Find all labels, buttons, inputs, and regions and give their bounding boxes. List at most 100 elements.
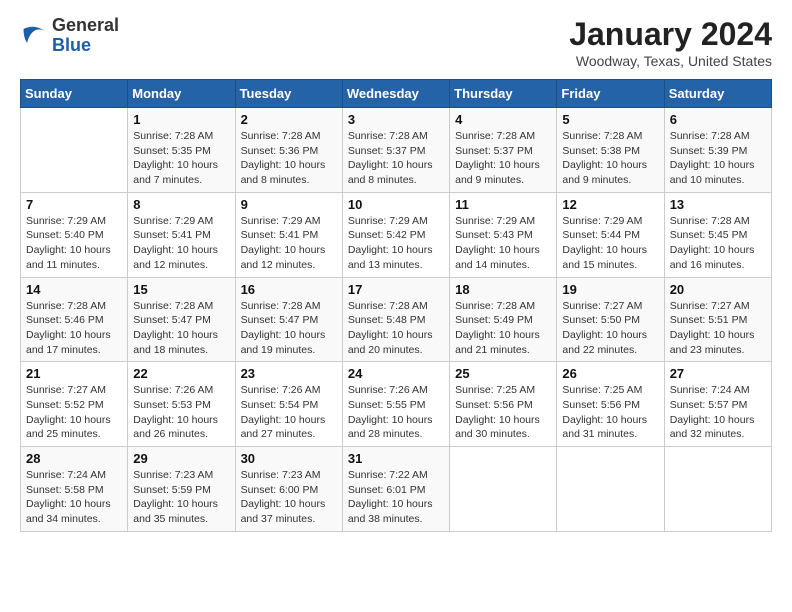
calendar-week-1: 1 Sunrise: 7:28 AM Sunset: 5:35 PM Daylig…: [21, 108, 772, 193]
day-header-wednesday: Wednesday: [342, 80, 449, 108]
day-number: 19: [562, 282, 658, 297]
day-header-saturday: Saturday: [664, 80, 771, 108]
day-info: Sunrise: 7:28 AM Sunset: 5:37 PM Dayligh…: [455, 129, 551, 188]
day-header-thursday: Thursday: [450, 80, 557, 108]
day-number: 25: [455, 366, 551, 381]
day-number: 3: [348, 112, 444, 127]
day-number: 31: [348, 451, 444, 466]
day-info: Sunrise: 7:28 AM Sunset: 5:35 PM Dayligh…: [133, 129, 229, 188]
calendar-week-3: 14Sunrise: 7:28 AM Sunset: 5:46 PM Dayli…: [21, 277, 772, 362]
day-info: Sunrise: 7:28 AM Sunset: 5:45 PM Dayligh…: [670, 214, 766, 273]
day-info: Sunrise: 7:23 AM Sunset: 6:00 PM Dayligh…: [241, 468, 337, 527]
day-info: Sunrise: 7:28 AM Sunset: 5:47 PM Dayligh…: [133, 299, 229, 358]
day-number: 4: [455, 112, 551, 127]
calendar-cell: 27 Sunrise: 7:24 AM Sunset: 5:57 PM Dayli…: [664, 362, 771, 447]
day-info: Sunrise: 7:29 AM Sunset: 5:41 PM Dayligh…: [241, 214, 337, 273]
calendar-cell: 21 Sunrise: 7:27 AM Sunset: 5:52 PM Dayli…: [21, 362, 128, 447]
calendar-cell: 31 Sunrise: 7:22 AM Sunset: 6:01 PM Dayli…: [342, 447, 449, 532]
calendar-cell: 20 Sunrise: 7:27 AM Sunset: 5:51 PM Dayli…: [664, 277, 771, 362]
calendar-cell: 8 Sunrise: 7:29 AM Sunset: 5:41 PM Daylig…: [128, 192, 235, 277]
day-header-tuesday: Tuesday: [235, 80, 342, 108]
calendar-cell: 25 Sunrise: 7:25 AM Sunset: 5:56 PM Dayli…: [450, 362, 557, 447]
calendar-cell: 14Sunrise: 7:28 AM Sunset: 5:46 PM Dayli…: [21, 277, 128, 362]
calendar-table: SundayMondayTuesdayWednesdayThursdayFrid…: [20, 79, 772, 532]
calendar-cell: 17 Sunrise: 7:28 AM Sunset: 5:48 PM Dayli…: [342, 277, 449, 362]
day-info: Sunrise: 7:28 AM Sunset: 5:38 PM Dayligh…: [562, 129, 658, 188]
day-number: 17: [348, 282, 444, 297]
day-number: 26: [562, 366, 658, 381]
calendar-cell: 13 Sunrise: 7:28 AM Sunset: 5:45 PM Dayli…: [664, 192, 771, 277]
day-number: 14: [26, 282, 122, 297]
day-number: 16: [241, 282, 337, 297]
day-number: 5: [562, 112, 658, 127]
day-info: Sunrise: 7:27 AM Sunset: 5:52 PM Dayligh…: [26, 383, 122, 442]
calendar-cell: 19 Sunrise: 7:27 AM Sunset: 5:50 PM Dayli…: [557, 277, 664, 362]
calendar-cell: 24 Sunrise: 7:26 AM Sunset: 5:55 PM Dayli…: [342, 362, 449, 447]
logo-icon: [20, 22, 48, 50]
day-info: Sunrise: 7:23 AM Sunset: 5:59 PM Dayligh…: [133, 468, 229, 527]
day-info: Sunrise: 7:28 AM Sunset: 5:36 PM Dayligh…: [241, 129, 337, 188]
day-number: 15: [133, 282, 229, 297]
day-header-friday: Friday: [557, 80, 664, 108]
calendar-cell: 10Sunrise: 7:29 AM Sunset: 5:42 PM Dayli…: [342, 192, 449, 277]
day-number: 27: [670, 366, 766, 381]
logo: General Blue: [20, 16, 119, 56]
day-info: Sunrise: 7:22 AM Sunset: 6:01 PM Dayligh…: [348, 468, 444, 527]
calendar-cell: 12Sunrise: 7:29 AM Sunset: 5:44 PM Dayli…: [557, 192, 664, 277]
day-number: 6: [670, 112, 766, 127]
day-info: Sunrise: 7:27 AM Sunset: 5:51 PM Dayligh…: [670, 299, 766, 358]
day-info: Sunrise: 7:28 AM Sunset: 5:47 PM Dayligh…: [241, 299, 337, 358]
day-number: 24: [348, 366, 444, 381]
day-info: Sunrise: 7:24 AM Sunset: 5:58 PM Dayligh…: [26, 468, 122, 527]
day-info: Sunrise: 7:28 AM Sunset: 5:49 PM Dayligh…: [455, 299, 551, 358]
day-info: Sunrise: 7:25 AM Sunset: 5:56 PM Dayligh…: [455, 383, 551, 442]
calendar-cell: 11 Sunrise: 7:29 AM Sunset: 5:43 PM Dayli…: [450, 192, 557, 277]
day-number: 8: [133, 197, 229, 212]
day-number: 23: [241, 366, 337, 381]
day-info: Sunrise: 7:26 AM Sunset: 5:55 PM Dayligh…: [348, 383, 444, 442]
calendar-cell: 9 Sunrise: 7:29 AM Sunset: 5:41 PM Daylig…: [235, 192, 342, 277]
calendar-cell: 18Sunrise: 7:28 AM Sunset: 5:49 PM Dayli…: [450, 277, 557, 362]
calendar-cell: 29 Sunrise: 7:23 AM Sunset: 5:59 PM Dayli…: [128, 447, 235, 532]
day-header-sunday: Sunday: [21, 80, 128, 108]
calendar-header-row: SundayMondayTuesdayWednesdayThursdayFrid…: [21, 80, 772, 108]
calendar-cell: [450, 447, 557, 532]
day-number: 29: [133, 451, 229, 466]
day-info: Sunrise: 7:29 AM Sunset: 5:43 PM Dayligh…: [455, 214, 551, 273]
day-info: Sunrise: 7:28 AM Sunset: 5:48 PM Dayligh…: [348, 299, 444, 358]
day-info: Sunrise: 7:25 AM Sunset: 5:56 PM Dayligh…: [562, 383, 658, 442]
day-number: 21: [26, 366, 122, 381]
calendar-cell: [557, 447, 664, 532]
day-number: 30: [241, 451, 337, 466]
day-number: 7: [26, 197, 122, 212]
day-info: Sunrise: 7:27 AM Sunset: 5:50 PM Dayligh…: [562, 299, 658, 358]
calendar-cell: 22Sunrise: 7:26 AM Sunset: 5:53 PM Dayli…: [128, 362, 235, 447]
day-number: 20: [670, 282, 766, 297]
day-number: 1: [133, 112, 229, 127]
calendar-cell: 1 Sunrise: 7:28 AM Sunset: 5:35 PM Daylig…: [128, 108, 235, 193]
calendar-cell: 2Sunrise: 7:28 AM Sunset: 5:36 PM Daylig…: [235, 108, 342, 193]
day-info: Sunrise: 7:24 AM Sunset: 5:57 PM Dayligh…: [670, 383, 766, 442]
calendar-cell: 16 Sunrise: 7:28 AM Sunset: 5:47 PM Dayli…: [235, 277, 342, 362]
day-info: Sunrise: 7:28 AM Sunset: 5:39 PM Dayligh…: [670, 129, 766, 188]
calendar-cell: 23Sunrise: 7:26 AM Sunset: 5:54 PM Dayli…: [235, 362, 342, 447]
calendar-cell: 15 Sunrise: 7:28 AM Sunset: 5:47 PM Dayli…: [128, 277, 235, 362]
calendar-title: January 2024: [569, 16, 772, 53]
day-number: 13: [670, 197, 766, 212]
day-info: Sunrise: 7:28 AM Sunset: 5:37 PM Dayligh…: [348, 129, 444, 188]
calendar-cell: 28Sunrise: 7:24 AM Sunset: 5:58 PM Dayli…: [21, 447, 128, 532]
day-info: Sunrise: 7:29 AM Sunset: 5:40 PM Dayligh…: [26, 214, 122, 273]
calendar-body: 1 Sunrise: 7:28 AM Sunset: 5:35 PM Daylig…: [21, 108, 772, 532]
calendar-week-4: 21 Sunrise: 7:27 AM Sunset: 5:52 PM Dayli…: [21, 362, 772, 447]
day-info: Sunrise: 7:29 AM Sunset: 5:41 PM Dayligh…: [133, 214, 229, 273]
day-header-monday: Monday: [128, 80, 235, 108]
day-info: Sunrise: 7:29 AM Sunset: 5:44 PM Dayligh…: [562, 214, 658, 273]
day-number: 9: [241, 197, 337, 212]
day-info: Sunrise: 7:29 AM Sunset: 5:42 PM Dayligh…: [348, 214, 444, 273]
day-number: 11: [455, 197, 551, 212]
calendar-cell: 26 Sunrise: 7:25 AM Sunset: 5:56 PM Dayli…: [557, 362, 664, 447]
day-info: Sunrise: 7:26 AM Sunset: 5:53 PM Dayligh…: [133, 383, 229, 442]
calendar-cell: 6 Sunrise: 7:28 AM Sunset: 5:39 PM Daylig…: [664, 108, 771, 193]
calendar-cell: 30 Sunrise: 7:23 AM Sunset: 6:00 PM Dayli…: [235, 447, 342, 532]
calendar-week-2: 7 Sunrise: 7:29 AM Sunset: 5:40 PM Daylig…: [21, 192, 772, 277]
